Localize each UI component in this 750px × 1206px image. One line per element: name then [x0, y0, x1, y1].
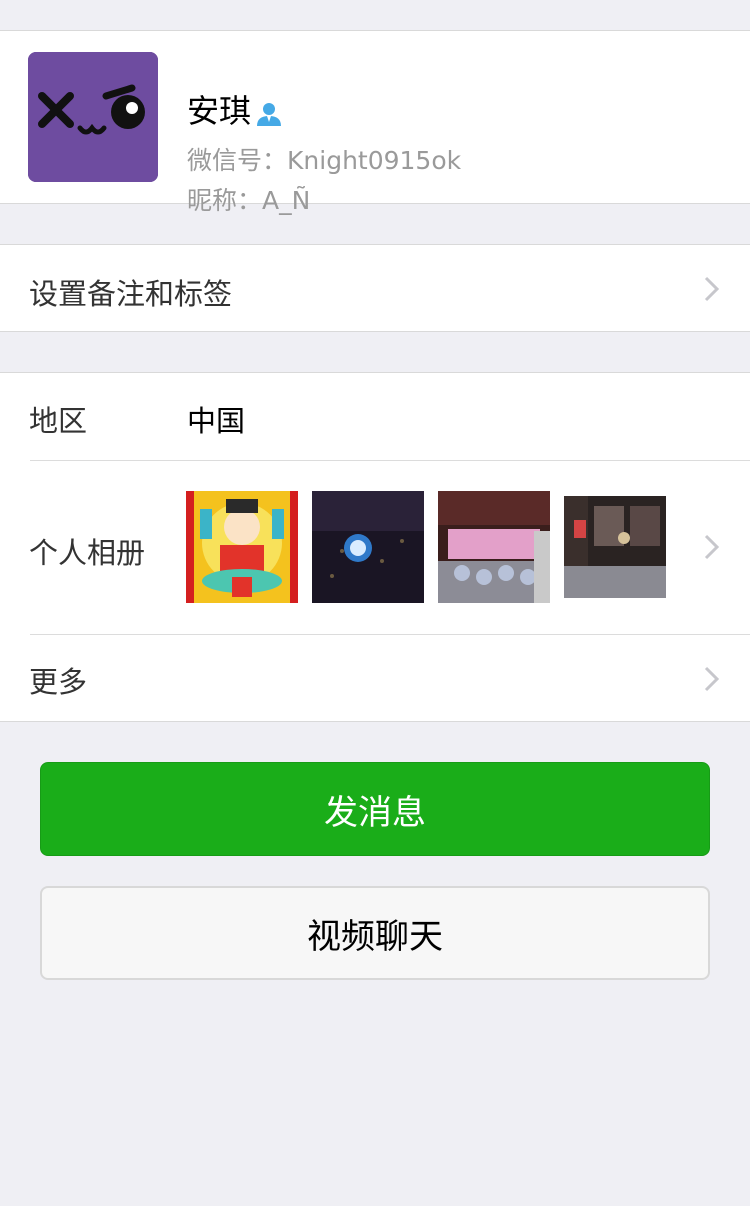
more-label: 更多	[29, 665, 88, 699]
album-photo-2[interactable]	[312, 491, 424, 603]
details-group: 地区 中国 个人相册 更多	[0, 372, 750, 722]
more-row[interactable]: 更多	[0, 635, 750, 721]
chevron-right-icon	[702, 665, 722, 693]
album-photo-1[interactable]	[186, 491, 298, 603]
set-remark-tags-row[interactable]: 设置备注和标签	[0, 244, 750, 332]
wechat-id-value: Knight0915ok	[287, 146, 462, 175]
avatar[interactable]	[28, 52, 158, 182]
contact-profile-page: 安琪 微信号：Knight0915ok 昵称：A_Ñ 设置备注和标签 地区 中国…	[0, 0, 750, 1206]
nickname-value: A_Ñ	[262, 186, 311, 215]
album-photo-4[interactable]	[564, 496, 666, 598]
chevron-right-icon	[702, 533, 722, 561]
personal-album-label: 个人相册	[29, 536, 146, 570]
set-remark-tags-label: 设置备注和标签	[29, 277, 233, 311]
nickname-line: 昵称：A_Ñ	[187, 185, 310, 217]
nickname-label: 昵称：	[187, 186, 263, 215]
personal-album-row[interactable]: 个人相册	[0, 461, 750, 634]
wechat-id-label: 微信号：	[187, 146, 288, 175]
album-thumbnails	[186, 491, 680, 603]
send-message-button[interactable]: 发消息	[40, 762, 710, 856]
region-row: 地区 中国	[0, 373, 750, 460]
contact-name: 安琪	[187, 92, 252, 130]
wechat-id-line: 微信号：Knight0915ok	[187, 145, 461, 177]
contact-name-row: 安琪	[187, 91, 283, 131]
video-chat-button[interactable]: 视频聊天	[40, 886, 710, 980]
album-photo-3[interactable]	[438, 491, 550, 603]
chevron-right-icon	[702, 275, 722, 303]
region-label: 地区	[29, 404, 88, 438]
profile-card[interactable]: 安琪 微信号：Knight0915ok 昵称：A_Ñ	[0, 30, 750, 215]
person-icon	[255, 97, 283, 126]
region-value: 中国	[187, 404, 246, 438]
